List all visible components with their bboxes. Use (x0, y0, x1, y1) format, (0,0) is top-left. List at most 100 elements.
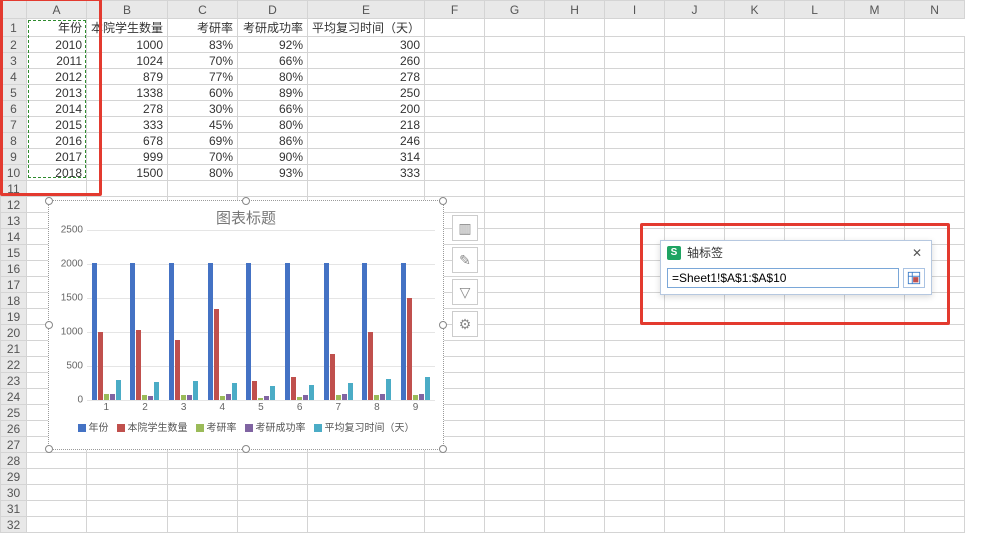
cell[interactable] (545, 37, 605, 53)
cell[interactable]: 246 (308, 133, 425, 149)
cell[interactable] (905, 165, 965, 181)
cell[interactable] (605, 229, 665, 245)
chart-elements-button[interactable]: ▥ (452, 215, 478, 241)
cell[interactable] (485, 277, 545, 293)
row-header[interactable]: 23 (1, 373, 27, 389)
cell[interactable] (725, 485, 785, 501)
cell[interactable] (545, 229, 605, 245)
cell[interactable] (168, 181, 238, 197)
table-row[interactable]: 52013133860%89%250 (1, 85, 965, 101)
row-header[interactable]: 12 (1, 197, 27, 213)
cell[interactable] (238, 517, 308, 533)
cell[interactable] (665, 437, 725, 453)
row-header[interactable]: 17 (1, 277, 27, 293)
legend-item[interactable]: 本院学生数量 (117, 419, 188, 434)
cell[interactable] (905, 181, 965, 197)
cell[interactable] (665, 133, 725, 149)
cell[interactable] (845, 197, 905, 213)
cell[interactable] (605, 149, 665, 165)
cell[interactable] (785, 437, 845, 453)
cell[interactable]: 2013 (27, 85, 87, 101)
table-row[interactable]: 29 (1, 469, 965, 485)
row-header[interactable]: 31 (1, 501, 27, 517)
cell[interactable] (87, 453, 168, 469)
cell[interactable] (665, 373, 725, 389)
cell[interactable] (785, 197, 845, 213)
cell[interactable] (665, 501, 725, 517)
table-row[interactable]: 28 (1, 453, 965, 469)
chart-filter-button[interactable]: ▽ (452, 279, 478, 305)
table-row[interactable]: 102018150080%93%333 (1, 165, 965, 181)
col-header-M[interactable]: M (845, 1, 905, 19)
cell[interactable] (785, 421, 845, 437)
cell[interactable]: 1500 (87, 165, 168, 181)
cell[interactable]: 86% (238, 133, 308, 149)
cell[interactable] (545, 309, 605, 325)
cell[interactable] (425, 133, 485, 149)
cell[interactable] (665, 117, 725, 133)
cell[interactable]: 250 (308, 85, 425, 101)
cell[interactable] (425, 85, 485, 101)
cell[interactable]: 93% (238, 165, 308, 181)
cell[interactable] (845, 53, 905, 69)
cell[interactable] (785, 181, 845, 197)
row-header[interactable]: 4 (1, 69, 27, 85)
cell[interactable] (545, 245, 605, 261)
cell[interactable] (485, 69, 545, 85)
cell[interactable] (605, 213, 665, 229)
cell[interactable] (545, 85, 605, 101)
cell[interactable] (545, 517, 605, 533)
cell[interactable] (425, 149, 485, 165)
cell[interactable] (168, 501, 238, 517)
cell[interactable] (785, 485, 845, 501)
col-header-K[interactable]: K (725, 1, 785, 19)
cell[interactable] (545, 181, 605, 197)
cell[interactable] (785, 213, 845, 229)
row-header[interactable]: 32 (1, 517, 27, 533)
cell[interactable] (665, 53, 725, 69)
row-header[interactable]: 8 (1, 133, 27, 149)
cell[interactable]: 2010 (27, 37, 87, 53)
row-header[interactable]: 21 (1, 341, 27, 357)
cell[interactable] (845, 501, 905, 517)
cell[interactable] (545, 469, 605, 485)
cell[interactable]: 66% (238, 53, 308, 69)
cell[interactable] (485, 437, 545, 453)
cell[interactable] (545, 261, 605, 277)
cell[interactable] (425, 501, 485, 517)
cell[interactable] (308, 469, 425, 485)
col-header-D[interactable]: D (238, 1, 308, 19)
cell[interactable] (665, 357, 725, 373)
row-header[interactable]: 3 (1, 53, 27, 69)
cell[interactable]: 200 (308, 101, 425, 117)
legend-item[interactable]: 年份 (78, 419, 109, 434)
cell[interactable] (27, 485, 87, 501)
cell[interactable] (845, 181, 905, 197)
cell[interactable] (605, 437, 665, 453)
cell[interactable] (725, 437, 785, 453)
cell[interactable]: 678 (87, 133, 168, 149)
cell[interactable] (905, 213, 965, 229)
cell[interactable] (785, 517, 845, 533)
cell[interactable] (725, 501, 785, 517)
cell[interactable] (785, 37, 845, 53)
cell[interactable] (725, 149, 785, 165)
resize-handle[interactable] (439, 197, 447, 205)
table-row[interactable]: 7201533345%80%218 (1, 117, 965, 133)
cell[interactable] (605, 309, 665, 325)
cell[interactable] (845, 357, 905, 373)
cell[interactable] (485, 485, 545, 501)
cell[interactable] (485, 405, 545, 421)
cell[interactable] (905, 133, 965, 149)
cell[interactable] (545, 277, 605, 293)
col-header-I[interactable]: I (605, 1, 665, 19)
cell[interactable] (27, 453, 87, 469)
cell[interactable] (545, 501, 605, 517)
cell[interactable] (665, 325, 725, 341)
cell[interactable] (485, 165, 545, 181)
cell[interactable] (665, 165, 725, 181)
cell[interactable] (605, 117, 665, 133)
row-header[interactable]: 16 (1, 261, 27, 277)
cell[interactable] (545, 421, 605, 437)
cell[interactable] (27, 181, 87, 197)
